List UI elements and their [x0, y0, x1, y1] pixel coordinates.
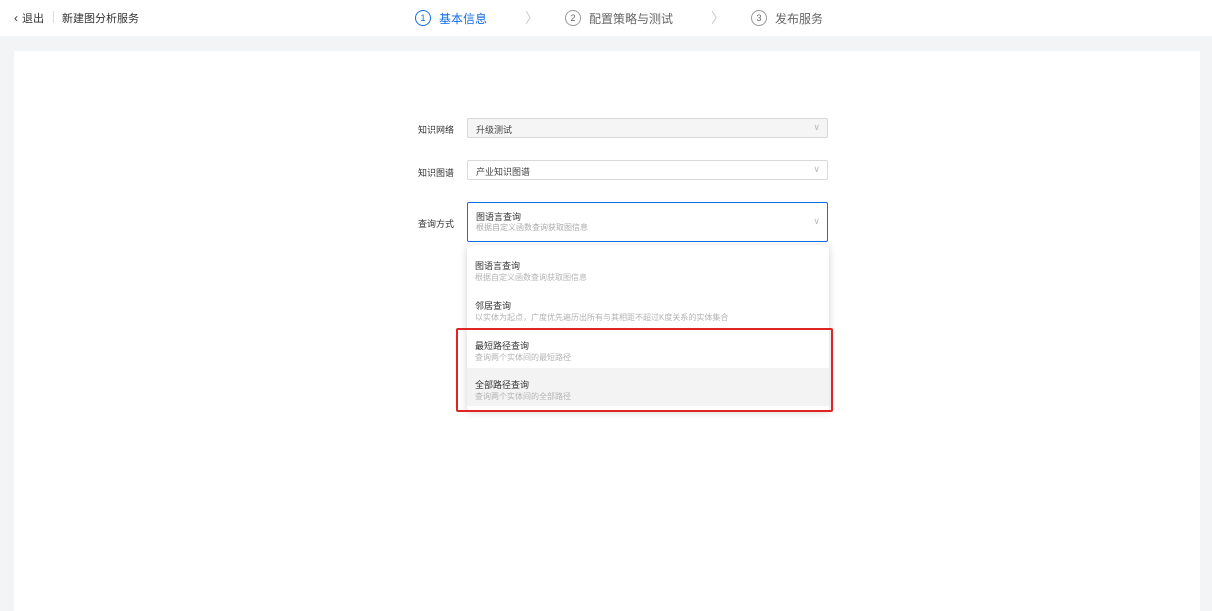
chevron-right-icon: 〉 — [711, 10, 726, 26]
chevron-down-icon: ∨ — [813, 216, 820, 226]
dropdown-option-shortest-path[interactable]: 最短路径查询 查询两个实体间的最短路径 — [467, 329, 829, 367]
back-label: 退出 — [22, 13, 44, 25]
graph-value: 产业知识图谱 — [476, 167, 531, 177]
query-label: 查询方式 — [418, 219, 455, 229]
top-bar: ‹ 退出 新建图分析服务 1 基本信息 〉 2 配置策略与测试 〉 3 发布服务 — [0, 0, 1212, 36]
chevron-right-icon: 〉 — [525, 10, 540, 26]
option-title: 全部路径查询 — [475, 380, 530, 390]
step-1-number: 1 — [415, 10, 431, 26]
network-value: 升级测试 — [476, 125, 513, 135]
query-dropdown: 图语言查询 根据自定义函数查询获取图信息 邻居查询 以实体为起点，广度优先遍历出… — [467, 245, 829, 410]
chevron-down-icon: ∨ — [813, 122, 820, 132]
back-button[interactable]: ‹ 退出 — [14, 10, 44, 26]
query-value-desc: 根据自定义函数查询获取图信息 — [476, 223, 588, 232]
dropdown-option-neighbor[interactable]: 邻居查询 以实体为起点，广度优先遍历出所有与其相距不超过K度关系的实体集合 — [467, 289, 829, 327]
graph-label: 知识图谱 — [418, 168, 455, 178]
option-title: 最短路径查询 — [475, 341, 530, 351]
step-1[interactable]: 1 基本信息 — [415, 10, 487, 27]
dropdown-option-all-paths[interactable]: 全部路径查询 查询两个实体间的全部路径 — [467, 368, 829, 406]
step-3-label: 发布服务 — [775, 11, 824, 26]
dropdown-option-graph-language[interactable]: 图语言查询 根据自定义函数查询获取图信息 — [467, 249, 829, 287]
network-select[interactable]: 升级测试 ∨ — [467, 118, 828, 138]
option-desc: 查询两个实体间的全部路径 — [475, 392, 571, 401]
option-desc: 查询两个实体间的最短路径 — [475, 353, 571, 362]
option-title: 图语言查询 — [475, 261, 521, 271]
chevron-down-icon: ∨ — [813, 164, 820, 174]
step-3[interactable]: 3 发布服务 — [751, 10, 823, 27]
network-label: 知识网络 — [418, 125, 455, 135]
step-3-number: 3 — [751, 10, 768, 26]
step-2-label: 配置策略与测试 — [589, 11, 674, 26]
option-desc: 根据自定义函数查询获取图信息 — [475, 273, 587, 282]
query-select[interactable]: 图语言查询 根据自定义函数查询获取图信息 ∨ — [467, 202, 828, 242]
chevron-left-icon: ‹ — [14, 11, 18, 25]
page-title: 新建图分析服务 — [62, 13, 139, 25]
step-2-number: 2 — [565, 10, 582, 26]
step-indicator: 1 基本信息 〉 2 配置策略与测试 〉 3 发布服务 — [415, 8, 823, 28]
option-desc: 以实体为起点，广度优先遍历出所有与其相距不超过K度关系的实体集合 — [475, 313, 729, 322]
option-title: 邻居查询 — [475, 301, 512, 311]
header-divider — [53, 11, 54, 23]
step-2[interactable]: 2 配置策略与测试 — [565, 10, 673, 27]
graph-select[interactable]: 产业知识图谱 ∨ — [467, 160, 828, 180]
step-1-label: 基本信息 — [439, 11, 488, 26]
